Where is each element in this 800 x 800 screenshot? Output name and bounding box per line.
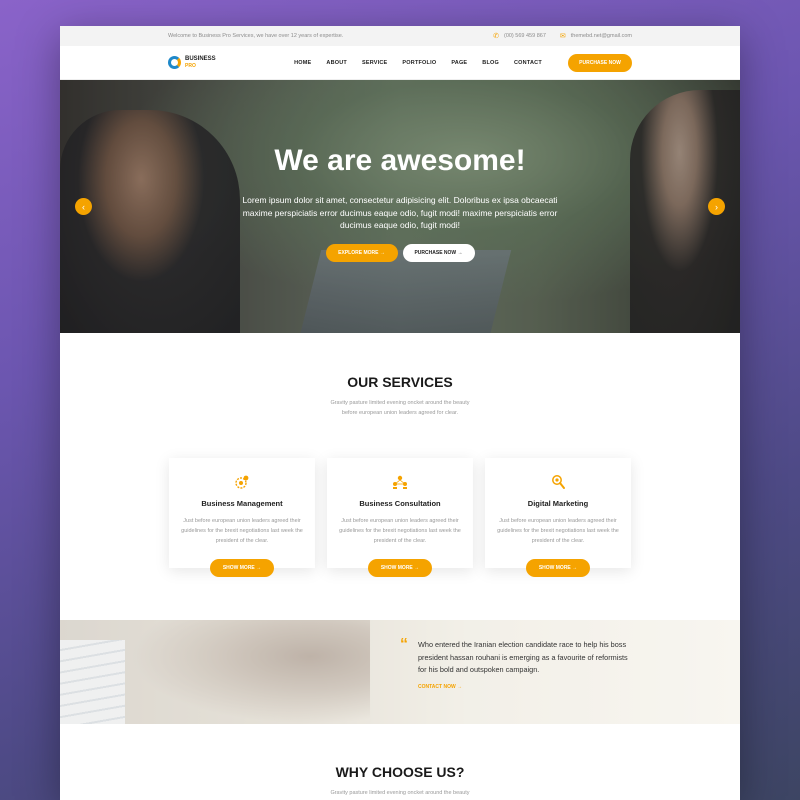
nav-item-about[interactable]: ABOUT — [326, 60, 347, 66]
service-card-text: Just before european union leaders agree… — [497, 518, 619, 544]
service-card-title: Business Management — [201, 499, 283, 508]
nav-menu: HOME ABOUT SERVICE PORTFOLIO PAGE BLOG C… — [268, 60, 568, 66]
service-card: Business Consultation Just before europe… — [327, 458, 473, 577]
site-logo[interactable]: BUSINESS PRO — [168, 56, 278, 70]
service-card: Digital Marketing Just before european u… — [485, 458, 631, 577]
logo-mark-icon — [168, 56, 181, 69]
why-title: WHY CHOOSE US? — [335, 764, 465, 780]
main-navbar: BUSINESS PRO HOME ABOUT SERVICE PORTFOLI… — [60, 46, 740, 80]
nav-item-blog[interactable]: BLOG — [482, 60, 499, 66]
hero-purchase-button[interactable]: PURCHASE NOW → — [402, 244, 475, 262]
phone-number: (00) 569 459 867 — [503, 33, 546, 39]
gear-chart-icon — [169, 474, 315, 490]
why-choose-section: WHY CHOOSE US? Gravity pasture limited e… — [60, 764, 740, 798]
services-subtitle-line2: before european union leaders agreed for… — [341, 410, 459, 416]
website-page: Welcome to Business Pro Services, we hav… — [60, 26, 740, 800]
logo-text: BUSINESS PRO — [185, 56, 216, 70]
nav-item-home[interactable]: HOME — [294, 60, 311, 66]
service-card-text: Just before european union leaders agree… — [181, 518, 303, 544]
services-subtitle-line1: Gravity pasture limited evening oncket a… — [330, 400, 470, 406]
why-subtitle: Gravity pasture limited evening oncket a… — [330, 790, 470, 796]
show-more-button[interactable]: SHOW MORE → — [368, 559, 432, 577]
quote-text: Who entered the Iranian election candida… — [418, 640, 628, 674]
hero-title: We are awesome! — [274, 144, 526, 177]
service-card-title: Digital Marketing — [527, 499, 589, 508]
nav-item-contact[interactable]: CONTACT — [514, 60, 542, 66]
show-more-button[interactable]: SHOW MORE → — [526, 559, 590, 577]
slider-next-icon[interactable]: › — [708, 198, 725, 215]
purchase-now-button[interactable]: PURCHASE NOW — [568, 53, 632, 72]
contact-now-link[interactable]: CONTACT NOW → — [418, 684, 462, 690]
top-info-bar: Welcome to Business Pro Services, we hav… — [60, 26, 740, 46]
email-contact[interactable]: ✉ themebd.net@gmail.com — [560, 32, 632, 40]
service-cards: Business Management Just before european… — [60, 458, 740, 577]
mail-icon: ✉ — [559, 33, 566, 40]
magnifier-icon — [485, 474, 631, 490]
service-card: Business Management Just before european… — [169, 458, 315, 577]
slider-prev-icon[interactable]: ‹ — [75, 198, 92, 215]
phone-icon: ✆ — [493, 33, 499, 40]
service-card-title: Business Consultation — [359, 499, 441, 508]
welcome-text: Welcome to Business Pro Services, we hav… — [168, 33, 344, 39]
show-more-button[interactable]: SHOW MORE → — [210, 559, 274, 577]
services-title: OUR SERVICES — [347, 374, 453, 390]
quote-mark-icon: “ — [400, 636, 408, 653]
explore-more-button[interactable]: EXPLORE MORE → — [325, 244, 398, 262]
nav-item-page[interactable]: PAGE — [451, 60, 467, 66]
service-card-text: Just before european union leaders agree… — [339, 518, 461, 544]
email-address: themebd.net@gmail.com — [570, 33, 632, 39]
logo-line1: BUSINESS — [185, 55, 216, 62]
nav-item-service[interactable]: SERVICE — [362, 60, 387, 66]
testimonial-band: “ Who entered the Iranian election candi… — [60, 620, 740, 724]
phone-contact[interactable]: ✆ (00) 569 459 867 — [493, 32, 546, 40]
hero-slider: We are awesome! Lorem ipsum dolor sit am… — [60, 80, 740, 333]
logo-line2: PRO — [185, 62, 196, 69]
team-icon — [327, 474, 473, 490]
services-subtitle: Gravity pasture limited evening oncket a… — [60, 398, 740, 418]
services-section: OUR SERVICES Gravity pasture limited eve… — [60, 333, 740, 577]
hero-description: Lorem ipsum dolor sit amet, consectetur … — [242, 195, 558, 230]
nav-item-portfolio[interactable]: PORTFOLIO — [402, 60, 436, 66]
hero-buttons: EXPLORE MORE → PURCHASE NOW → — [60, 244, 740, 262]
